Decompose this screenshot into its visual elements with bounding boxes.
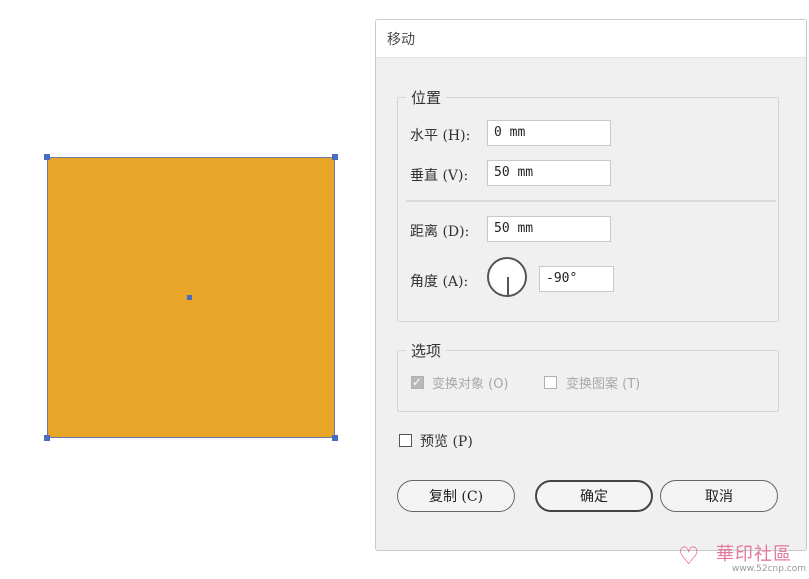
horizontal-input[interactable]: 0 mm	[487, 120, 611, 146]
preview-label: 预览 (P)	[420, 434, 473, 450]
angle-dial-icon[interactable]	[487, 257, 527, 297]
angle-input[interactable]: -90°	[539, 266, 614, 292]
position-separator	[406, 200, 776, 202]
dialog-titlebar: 移动	[376, 20, 806, 58]
move-dialog: 移动 位置 水平 (H): 0 mm 垂直 (V): 50 mm 距离 (D):…	[375, 19, 807, 551]
distance-label: 距离 (D):	[410, 224, 470, 240]
copy-button[interactable]: 复制 (C)	[397, 480, 515, 512]
horizontal-label: 水平 (H):	[410, 128, 471, 144]
position-group: 位置 水平 (H): 0 mm 垂直 (V): 50 mm 距离 (D): 50…	[397, 87, 779, 322]
heart-logo-icon: ♡	[678, 542, 700, 570]
angle-dial-needle	[507, 277, 509, 297]
watermark-text: 華印社區	[716, 544, 792, 565]
watermark-url: www.52cnp.com	[732, 564, 807, 574]
cancel-button[interactable]: 取消	[660, 480, 778, 512]
transform-objects-label: 变换对象 (O)	[432, 377, 509, 392]
transform-objects-checkbox[interactable]: ✓	[411, 375, 424, 389]
preview-checkbox[interactable]	[399, 434, 412, 447]
checkmark-icon: ✓	[412, 375, 423, 389]
position-group-legend: 位置	[406, 87, 447, 108]
selection-handle-top-left[interactable]	[44, 154, 50, 160]
ok-button[interactable]: 确定	[535, 480, 653, 512]
angle-label: 角度 (A):	[410, 274, 469, 290]
transform-patterns-checkbox[interactable]	[544, 376, 557, 389]
transform-patterns-label: 变换图案 (T)	[566, 377, 641, 392]
site-watermark: ♡ 華印社區 www.52cnp.com	[678, 540, 808, 578]
selection-handle-top-right[interactable]	[332, 154, 338, 160]
options-group-legend: 选项	[406, 340, 447, 361]
vertical-input[interactable]: 50 mm	[487, 160, 611, 186]
selection-center-point	[187, 295, 192, 300]
dialog-title: 移动	[387, 31, 415, 48]
selection-handle-bottom-left[interactable]	[44, 435, 50, 441]
selection-handle-bottom-right[interactable]	[332, 435, 338, 441]
vertical-label: 垂直 (V):	[410, 168, 469, 184]
distance-input[interactable]: 50 mm	[487, 216, 611, 242]
options-group: 选项 ✓ 变换对象 (O) 变换图案 (T)	[397, 340, 779, 412]
